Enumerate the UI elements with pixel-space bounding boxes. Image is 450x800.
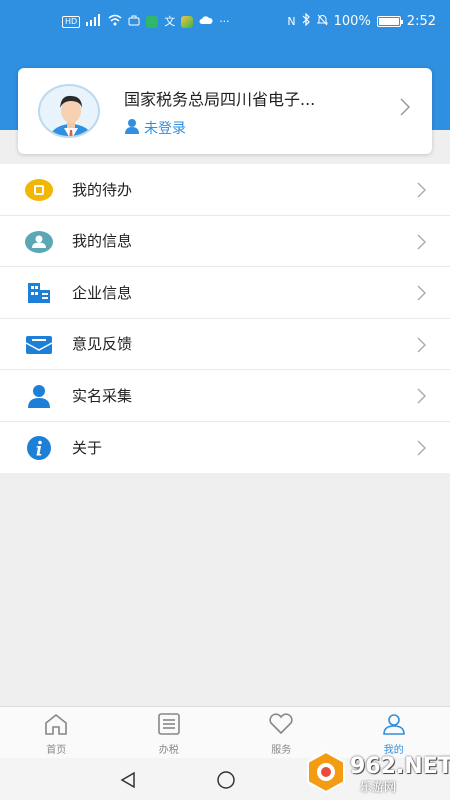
login-status[interactable]: 未登录 xyxy=(124,118,186,138)
battery-percent: 100% xyxy=(333,14,371,29)
back-triangle-icon[interactable] xyxy=(120,771,136,792)
menu-item-feedback[interactable]: 意见反馈 xyxy=(0,319,450,370)
bag-icon xyxy=(128,14,140,30)
login-status-label: 未登录 xyxy=(144,121,186,137)
menu-label: 我的待办 xyxy=(72,180,133,199)
chevron-right-icon xyxy=(417,388,426,408)
watermark-badge-icon xyxy=(307,750,345,794)
menu-item-my-info[interactable]: 我的信息 xyxy=(0,216,450,267)
user-info-icon xyxy=(25,229,53,255)
watermark-subtext: 乐游网 xyxy=(360,780,397,794)
tab-tax[interactable]: 办税 xyxy=(113,707,226,758)
menu-label: 我的信息 xyxy=(72,232,133,251)
chevron-right-icon xyxy=(417,440,426,460)
watermark-logo: 962.NET 乐游网 xyxy=(304,748,450,796)
tab-label: 首页 xyxy=(46,745,67,756)
menu-label: 关于 xyxy=(72,438,103,457)
translate-icon: 文 xyxy=(164,15,176,28)
avatar xyxy=(38,84,100,138)
list-icon xyxy=(157,713,181,739)
chevron-right-icon xyxy=(400,98,411,120)
status-right: N 100% 2:52 xyxy=(287,12,436,30)
mute-icon xyxy=(316,14,328,30)
nfc-icon: N xyxy=(287,14,296,28)
chevron-right-icon xyxy=(417,337,426,357)
menu-label: 企业信息 xyxy=(72,283,133,302)
menu-item-about[interactable]: 关于 xyxy=(0,422,450,474)
chevron-right-icon xyxy=(417,285,426,305)
app-notification-icon xyxy=(146,16,159,28)
info-icon xyxy=(25,435,53,461)
menu-item-realname[interactable]: 实名采集 xyxy=(0,370,450,422)
tab-label: 办税 xyxy=(158,745,179,756)
menu-label: 实名采集 xyxy=(72,386,133,405)
status-left: HD 文 ··· xyxy=(62,14,230,30)
user-icon xyxy=(382,713,406,739)
menu-item-company-info[interactable]: 企业信息 xyxy=(0,267,450,319)
more-dots-icon: ··· xyxy=(219,15,230,28)
profile-card[interactable]: 国家税务总局四川省电子... 未登录 xyxy=(18,68,432,154)
menu-item-todo[interactable]: 我的待办 xyxy=(0,164,450,216)
tab-label: 服务 xyxy=(271,745,292,756)
heart-icon xyxy=(268,713,294,739)
organization-name: 国家税务总局四川省电子... xyxy=(124,90,316,109)
home-icon xyxy=(44,713,68,739)
cloud-icon xyxy=(199,15,213,29)
chevron-right-icon xyxy=(417,182,426,202)
chevron-right-icon xyxy=(417,234,426,254)
clock: 2:52 xyxy=(406,14,436,29)
status-bar: HD 文 ··· N 100% 2:52 xyxy=(0,0,450,44)
menu-label: 意见反馈 xyxy=(72,335,133,354)
building-icon xyxy=(25,280,53,306)
todo-icon xyxy=(25,177,53,203)
menu-list: 我的待办 我的信息 企业信息 意见反馈 实名采集 关于 xyxy=(0,164,450,473)
hd-icon: HD xyxy=(62,16,81,28)
signal-icon xyxy=(86,14,102,30)
bluetooth-icon xyxy=(302,12,311,30)
home-circle-icon[interactable] xyxy=(217,771,235,793)
user-icon xyxy=(124,118,140,138)
feedback-mail-icon xyxy=(25,332,53,358)
watermark-text: 962.NET xyxy=(350,754,450,779)
app-notification-icon xyxy=(181,16,194,28)
battery-icon xyxy=(376,16,403,27)
person-icon xyxy=(25,383,53,409)
tab-home[interactable]: 首页 xyxy=(0,707,113,758)
wifi-icon xyxy=(108,14,122,30)
